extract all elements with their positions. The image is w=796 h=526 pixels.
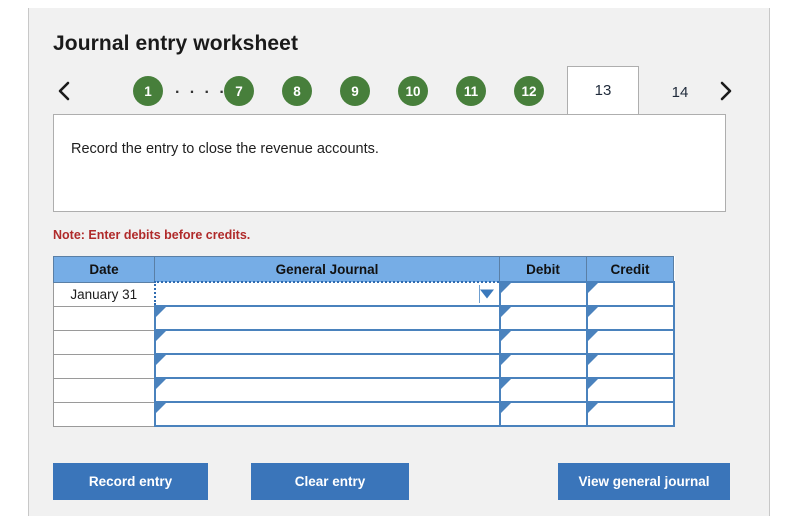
- step-tab-1[interactable]: 1: [133, 76, 163, 106]
- view-general-journal-button[interactable]: View general journal: [558, 463, 730, 500]
- journal-entry-table: Date General Journal Debit Credit Januar…: [53, 256, 675, 427]
- cell-corner-icon: [500, 283, 511, 293]
- table-row: [53, 305, 675, 331]
- cell-corner-icon: [155, 307, 166, 317]
- column-header-credit: Credit: [586, 256, 674, 283]
- credit-input-4[interactable]: [585, 353, 675, 379]
- debit-input-6[interactable]: [498, 401, 588, 427]
- table-row: [53, 377, 675, 403]
- cell-corner-icon: [587, 379, 598, 389]
- date-cell[interactable]: [53, 377, 155, 403]
- cell-corner-icon: [155, 403, 166, 413]
- credit-input-2[interactable]: [585, 305, 675, 331]
- instruction-panel: Record the entry to close the revenue ac…: [53, 114, 726, 212]
- account-dropdown-4[interactable]: [153, 353, 501, 379]
- account-dropdown-3[interactable]: [153, 329, 501, 355]
- step-tab-14[interactable]: 14: [652, 78, 708, 106]
- column-header-debit: Debit: [499, 256, 587, 283]
- worksheet-panel: Journal entry worksheet 1 · · · · · 7 8 …: [28, 8, 770, 516]
- date-cell[interactable]: [53, 305, 155, 331]
- account-dropdown-1[interactable]: [153, 281, 501, 307]
- step-tab-10[interactable]: 10: [398, 76, 428, 106]
- account-dropdown-5[interactable]: [153, 377, 501, 403]
- clear-entry-button[interactable]: Clear entry: [251, 463, 409, 500]
- account-dropdown-2[interactable]: [153, 305, 501, 331]
- cell-corner-icon: [587, 307, 598, 317]
- instruction-text: Record the entry to close the revenue ac…: [71, 141, 379, 157]
- step-tab-13-active[interactable]: 13: [567, 66, 639, 114]
- cell-corner-icon: [155, 331, 166, 341]
- record-entry-button[interactable]: Record entry: [53, 463, 208, 500]
- table-row: [53, 329, 675, 355]
- cell-corner-icon: [500, 331, 511, 341]
- cell-corner-icon: [500, 307, 511, 317]
- cell-corner-icon: [587, 403, 598, 413]
- step-tab-7[interactable]: 7: [224, 76, 254, 106]
- cell-corner-icon: [587, 283, 598, 293]
- debit-input-3[interactable]: [498, 329, 588, 355]
- date-cell[interactable]: [53, 329, 155, 355]
- step-tab-strip: 1 · · · · · 7 8 9 10 11 12 13 14: [43, 66, 755, 116]
- cell-corner-icon: [500, 355, 511, 365]
- step-tab-11[interactable]: 11: [456, 76, 486, 106]
- debit-input-1[interactable]: [498, 281, 588, 307]
- table-row: [53, 401, 675, 427]
- step-tab-8[interactable]: 8: [282, 76, 312, 106]
- step-tab-12[interactable]: 12: [514, 76, 544, 106]
- cell-corner-icon: [155, 379, 166, 389]
- prev-step-button[interactable]: [49, 72, 79, 110]
- table-header-row: Date General Journal Debit Credit: [53, 256, 674, 283]
- date-cell[interactable]: January 31: [53, 281, 155, 307]
- step-tab-9[interactable]: 9: [340, 76, 370, 106]
- table-row: January 31: [53, 281, 675, 307]
- column-header-general-journal: General Journal: [154, 256, 500, 283]
- credit-input-5[interactable]: [585, 377, 675, 403]
- next-step-button[interactable]: [711, 72, 741, 110]
- chevron-down-icon[interactable]: [479, 289, 494, 299]
- page-root: Journal entry worksheet 1 · · · · · 7 8 …: [0, 0, 796, 526]
- cell-corner-icon: [587, 355, 598, 365]
- account-dropdown-6[interactable]: [153, 401, 501, 427]
- cell-corner-icon: [587, 331, 598, 341]
- credit-input-1[interactable]: [585, 281, 675, 307]
- debit-input-5[interactable]: [498, 377, 588, 403]
- debit-input-4[interactable]: [498, 353, 588, 379]
- table-row: [53, 353, 675, 379]
- cell-corner-icon: [500, 379, 511, 389]
- debit-input-2[interactable]: [498, 305, 588, 331]
- date-cell[interactable]: [53, 353, 155, 379]
- credit-input-6[interactable]: [585, 401, 675, 427]
- date-cell[interactable]: [53, 401, 155, 427]
- column-header-date: Date: [53, 256, 155, 283]
- credit-input-3[interactable]: [585, 329, 675, 355]
- page-title: Journal entry worksheet: [53, 32, 299, 55]
- cell-corner-icon: [500, 403, 511, 413]
- cell-corner-icon: [155, 355, 166, 365]
- debits-before-credits-note: Note: Enter debits before credits.: [53, 228, 251, 242]
